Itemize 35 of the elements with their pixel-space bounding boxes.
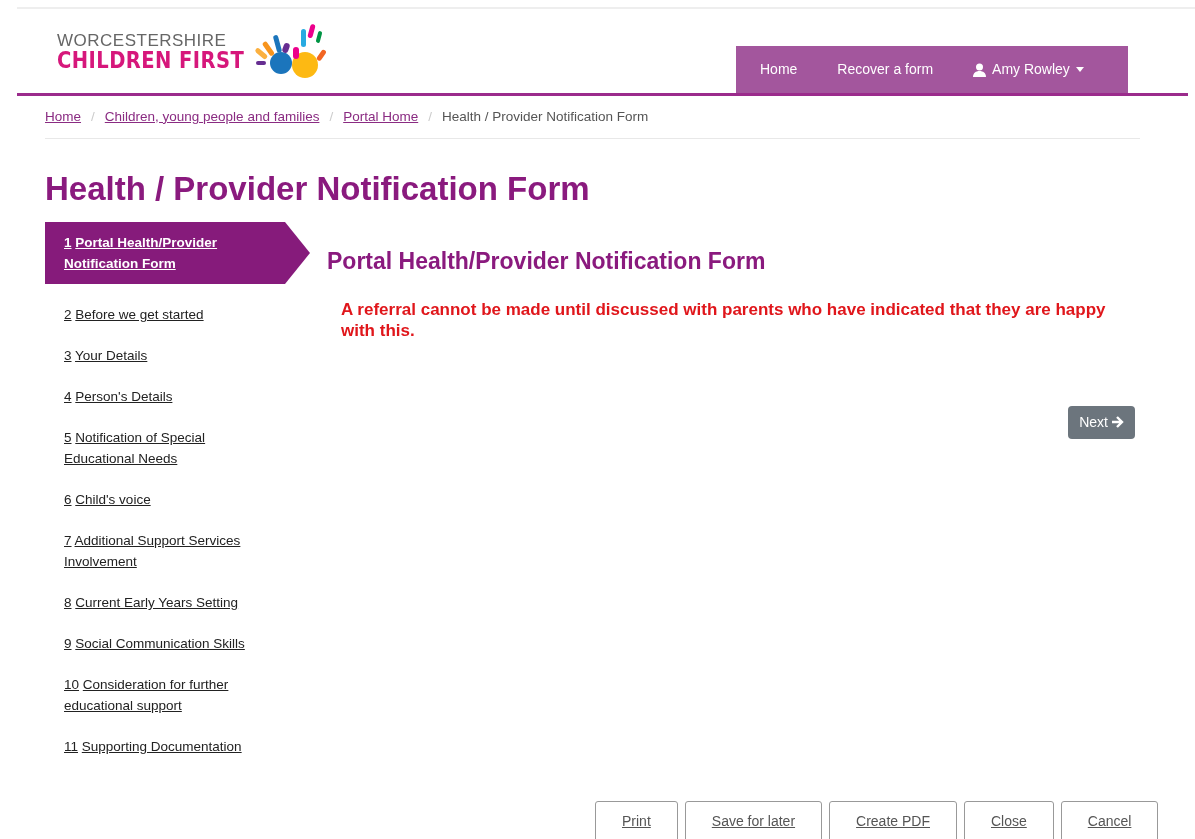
arrow-right-icon — [1111, 416, 1124, 428]
logo-text: CHILDREN FIRST — [57, 49, 245, 72]
breadcrumb-separator: / — [91, 107, 95, 126]
user-menu[interactable]: Amy Rowley — [973, 59, 1084, 80]
action-button[interactable]: Print — [595, 801, 678, 839]
step-link[interactable]: 3 Your Details — [45, 335, 310, 376]
action-button[interactable]: Close — [964, 801, 1054, 839]
step-link[interactable]: 1 Portal Health/Provider Notification Form — [45, 222, 310, 284]
breadcrumb-link[interactable]: Home — [45, 106, 81, 128]
action-button[interactable]: Create PDF — [829, 801, 957, 839]
caret-icon — [1075, 67, 1084, 72]
breadcrumb-current: Health / Provider Notification Form — [442, 107, 649, 126]
breadcrumb-link[interactable]: Portal Home — [343, 106, 419, 128]
page-title: Health / Provider Notification Form — [45, 172, 591, 205]
breadcrumb-separator: / — [428, 107, 432, 126]
section-title: Portal Health/Provider Notification Form — [327, 247, 767, 276]
step-link[interactable]: 4 Person's Details — [45, 376, 310, 417]
step-link[interactable]: 7 Additional Support Services Involvement — [45, 520, 310, 582]
step-link[interactable]: 9 Social Communication Skills — [45, 623, 310, 664]
logo-text: WORCESTERSHIRE — [57, 32, 228, 49]
next-button[interactable]: Next — [1068, 405, 1135, 439]
action-button[interactable]: Save for later — [684, 801, 823, 839]
step-link[interactable]: 11 Supporting Documentation — [45, 726, 310, 767]
step-link[interactable]: 8 Current Early Years Setting — [45, 582, 310, 623]
step-link[interactable]: 10 Consideration for further educational support — [45, 664, 310, 726]
breadcrumb-link[interactable]: Children, young people and families — [104, 106, 320, 128]
breadcrumb-separator: / — [329, 107, 334, 126]
warning-text: A referral cannot be made until discussed with parents who have indicated that they are happy with this. — [341, 298, 1107, 341]
nav-link[interactable]: Home — [760, 59, 798, 80]
step-link[interactable]: 5 Notification of Special Educational Needs — [45, 417, 310, 479]
action-button[interactable]: Cancel — [1060, 801, 1159, 839]
step-link[interactable]: 6 Child's voice — [45, 479, 310, 520]
nav-link[interactable]: Recover a form — [837, 59, 934, 80]
user-icon — [973, 62, 987, 77]
step-link[interactable]: 2 Before we get started — [45, 294, 310, 335]
